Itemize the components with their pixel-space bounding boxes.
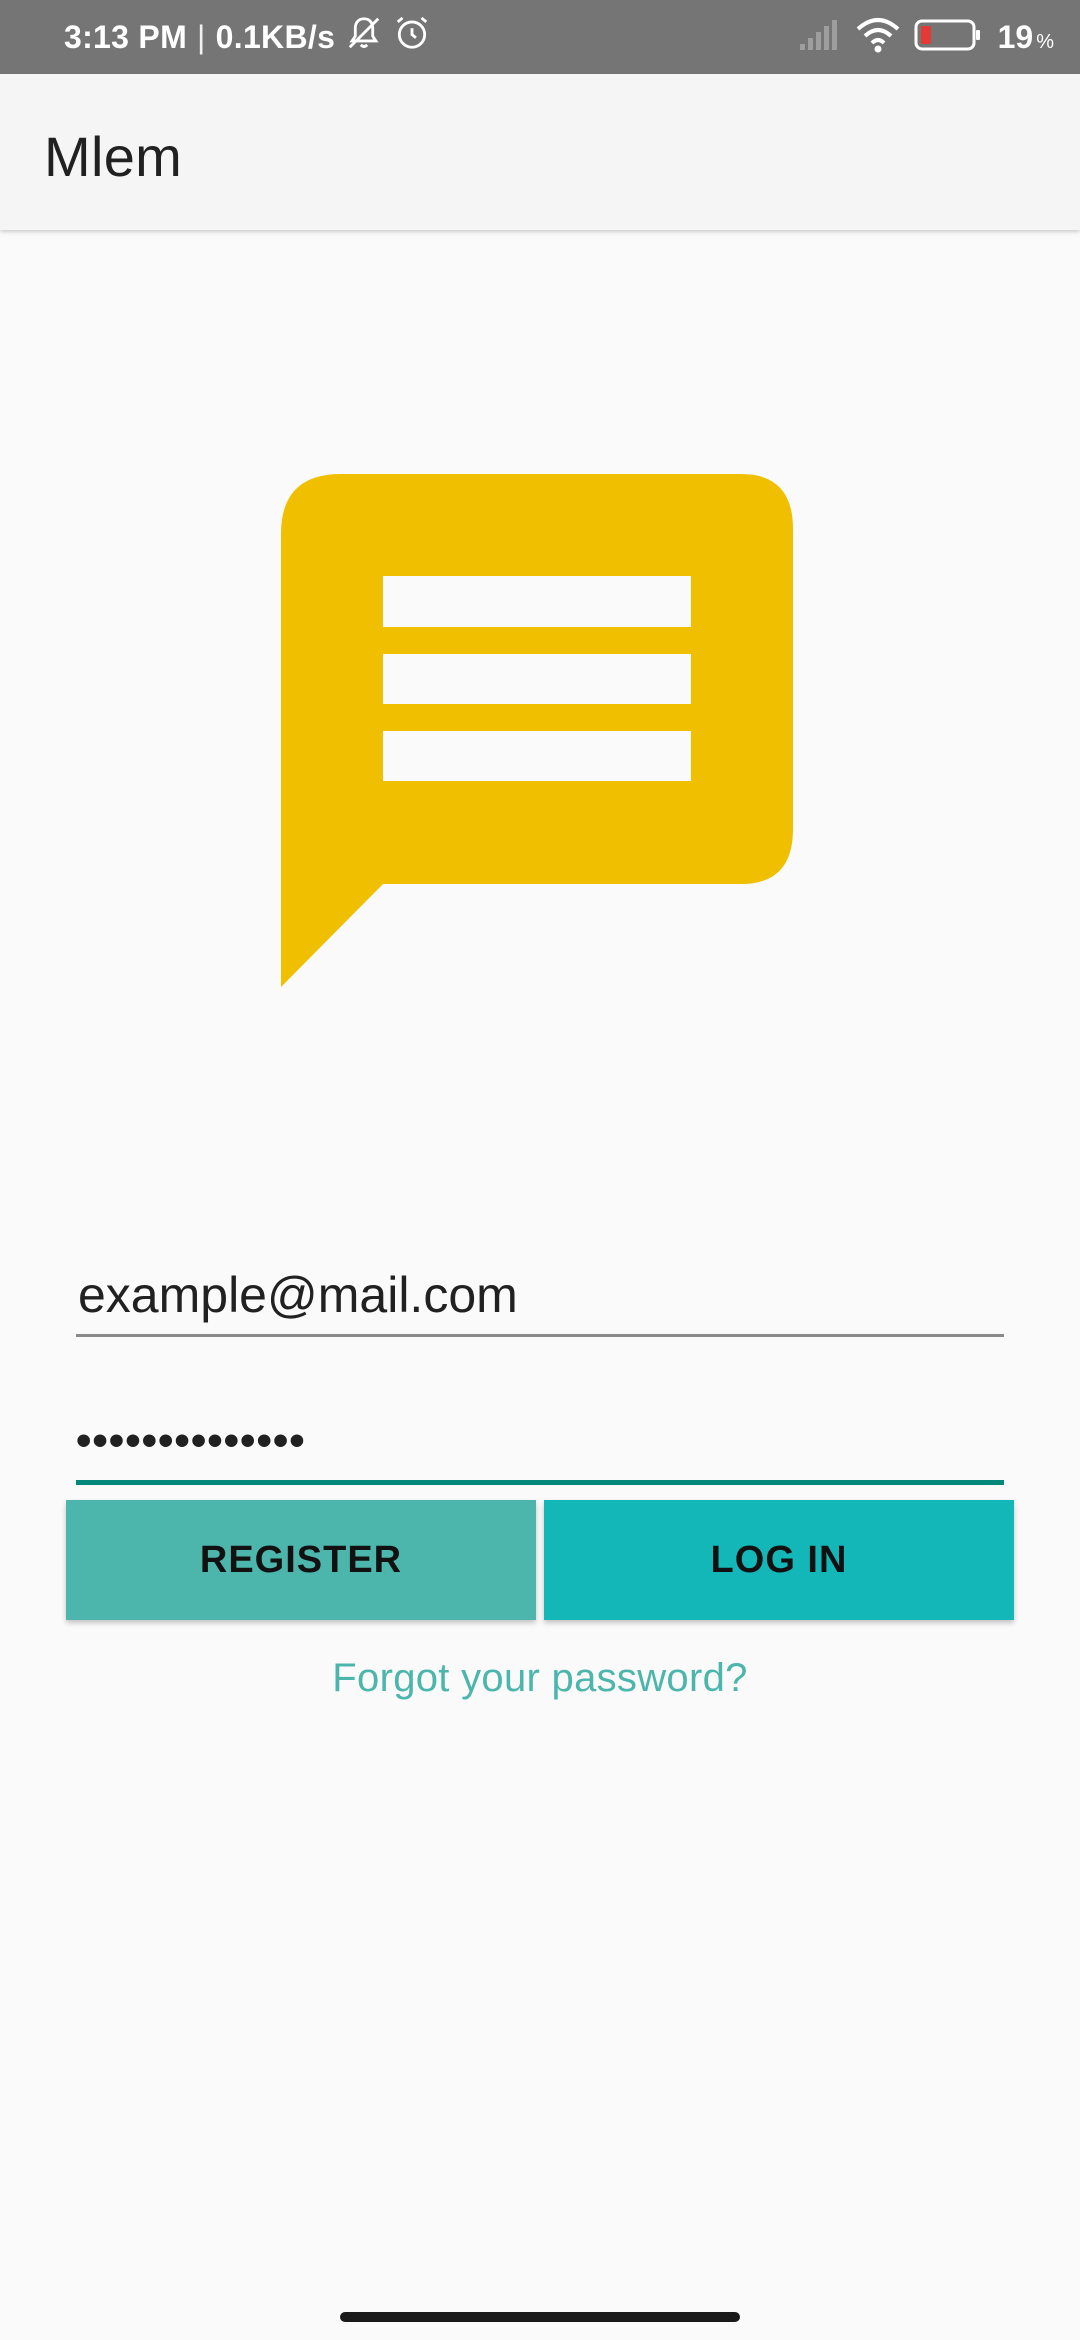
email-field[interactable]: example@mail.com xyxy=(76,1250,1004,1337)
status-time: 3:13 PM xyxy=(64,18,188,55)
status-right: 19 % xyxy=(798,0,1054,74)
signal-icon xyxy=(798,18,842,57)
chat-message-icon xyxy=(281,474,801,989)
status-separator: | xyxy=(197,18,206,55)
app-title: Mlem xyxy=(44,125,183,188)
password-value: •••••••••••••• xyxy=(76,1416,306,1465)
alarm-icon xyxy=(393,14,431,60)
app-bar: Mlem xyxy=(0,74,1080,230)
login-button[interactable]: LOG IN xyxy=(544,1500,1014,1620)
status-bar: 3:13 PM | 0.1KB/s 19 % xyxy=(0,0,1080,74)
battery-level: 19 % xyxy=(998,19,1054,56)
navigation-handle[interactable] xyxy=(340,2312,740,2322)
password-field[interactable]: •••••••••••••• xyxy=(76,1400,1004,1485)
email-value: example@mail.com xyxy=(78,1267,518,1323)
forgot-password-link[interactable]: Forgot your password? xyxy=(0,1656,1080,1701)
battery-percentage: 19 xyxy=(997,18,1034,55)
network-speed: 0.1KB/s xyxy=(215,18,336,55)
battery-unit: % xyxy=(1036,30,1054,53)
status-left: 3:13 PM | 0.1KB/s xyxy=(64,0,431,74)
wifi-icon xyxy=(856,17,900,58)
battery-icon xyxy=(914,18,984,57)
notifications-off-icon xyxy=(345,14,383,60)
register-button[interactable]: REGISTER xyxy=(66,1500,536,1620)
